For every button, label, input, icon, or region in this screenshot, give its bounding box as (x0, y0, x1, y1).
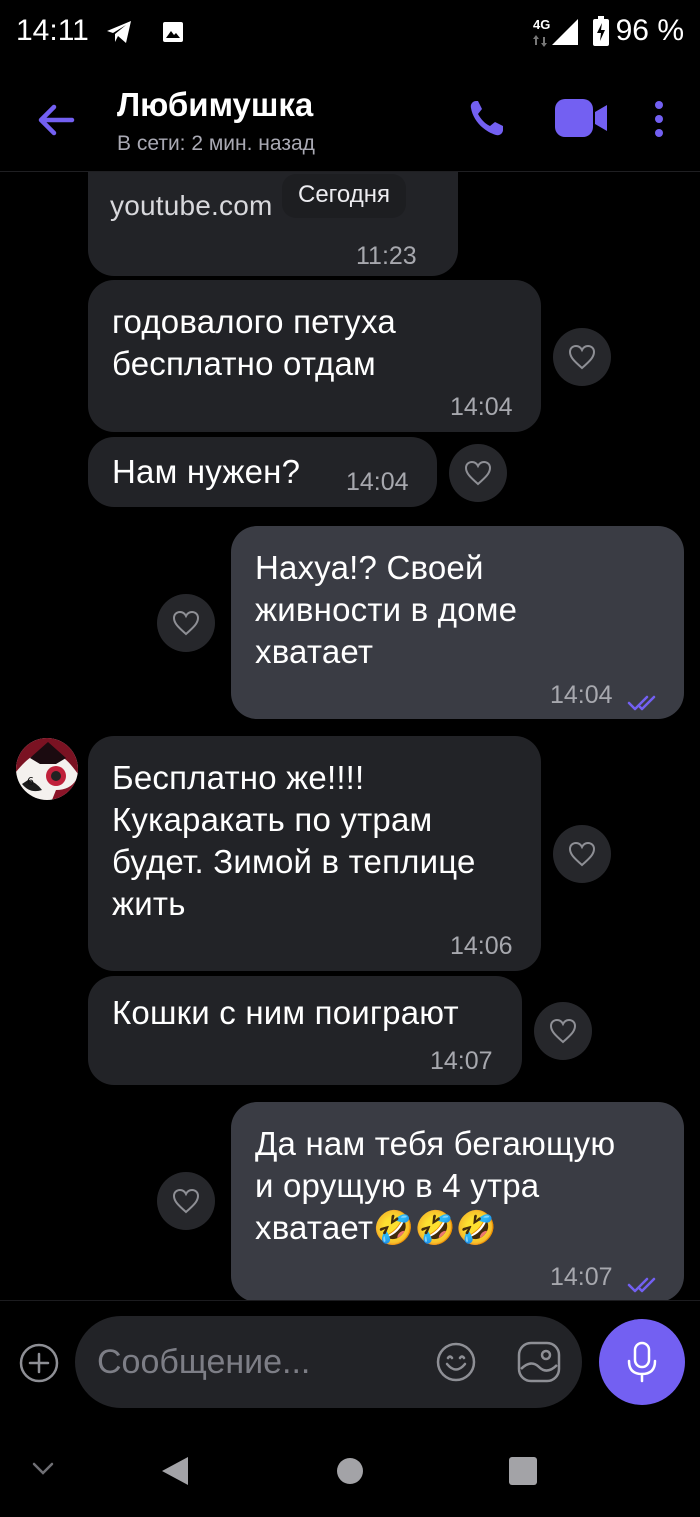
mic-icon (627, 1341, 657, 1383)
read-ticks-icon (627, 1262, 661, 1300)
message-bubble-incoming[interactable]: Кошки с ним поиграют 14:07 (88, 976, 522, 1085)
message-text: Кошки с ним поиграют (112, 994, 459, 1031)
message-input[interactable] (97, 1338, 427, 1386)
like-button[interactable] (534, 1002, 592, 1060)
back-arrow-icon[interactable] (34, 98, 78, 142)
contact-status: В сети: 2 мин. назад (117, 132, 315, 155)
phone-icon[interactable] (468, 98, 506, 143)
message-bubble-incoming[interactable]: годовалого петуха бесплатно отдам 14:04 (88, 280, 541, 432)
video-call-icon[interactable] (555, 99, 609, 142)
date-separator: Сегодня (282, 174, 406, 218)
message-text: годовалого петуха бесплатно отдам (112, 303, 396, 382)
mic-button[interactable] (599, 1319, 685, 1405)
heart-icon (464, 460, 492, 486)
attach-plus-icon[interactable] (19, 1343, 59, 1388)
nav-home-icon[interactable] (336, 1457, 364, 1490)
signal-icon (552, 19, 578, 50)
image-icon (162, 21, 184, 48)
message-text: Нахуа!? Своей живности в доме хватает (255, 549, 518, 670)
status-time: 14:11 (16, 14, 89, 47)
like-button[interactable] (449, 444, 507, 502)
chevron-down-icon[interactable] (32, 1462, 54, 1481)
link-domain[interactable]: youtube.com (110, 185, 273, 227)
read-ticks-icon (627, 680, 661, 722)
message-bubble-outgoing[interactable]: Нахуа!? Своей живности в доме хватает 14… (231, 526, 684, 719)
message-time: 14:07 (430, 1047, 493, 1075)
message-bubble-incoming[interactable]: Бесплатно же!!!! Кукаракать по утрам буд… (88, 736, 541, 971)
like-button[interactable] (157, 1172, 215, 1230)
heart-icon (568, 841, 596, 867)
heart-icon (549, 1018, 577, 1044)
nav-recents-icon[interactable] (508, 1456, 538, 1491)
data-arrows-icon (533, 34, 547, 52)
message-text: Да нам тебя бегающую и орущую в 4 утра х… (255, 1125, 616, 1246)
status-bar: 14:11 4G 96 % (0, 0, 700, 66)
message-time: 14:06 (450, 932, 513, 960)
message-time: 14:04 (450, 393, 513, 421)
like-button[interactable] (553, 328, 611, 386)
message-time: 11:23 (356, 242, 417, 270)
heart-icon (568, 344, 596, 370)
more-vert-icon[interactable] (652, 100, 666, 143)
message-field[interactable] (75, 1316, 582, 1408)
message-time: 14:04 (550, 681, 613, 709)
sticker-icon[interactable] (517, 1341, 561, 1388)
contact-name[interactable]: Любимушка (117, 86, 313, 124)
nav-back-icon[interactable] (160, 1455, 190, 1492)
heart-icon (172, 610, 200, 636)
battery-icon (593, 16, 609, 51)
message-text: Бесплатно же!!!! Кукаракать по утрам буд… (112, 759, 476, 922)
message-list[interactable]: youtube.com 11:23 Сегодня годовалого пет… (0, 172, 700, 1300)
like-button[interactable] (157, 594, 215, 652)
message-bubble-outgoing[interactable]: Да нам тебя бегающую и орущую в 4 утра х… (231, 1102, 684, 1300)
like-button[interactable] (553, 825, 611, 883)
emoji-icon[interactable] (435, 1341, 477, 1388)
message-time: 14:07 (550, 1263, 613, 1291)
heart-icon (172, 1188, 200, 1214)
message-time: 14:04 (346, 468, 409, 496)
system-nav-bar (0, 1428, 700, 1517)
composer (0, 1300, 700, 1428)
telegram-icon (106, 20, 132, 49)
svg-text:6: 6 (27, 775, 34, 788)
message-bubble-incoming[interactable]: Нам нужен? 14:04 (88, 437, 437, 507)
chat-header: Любимушка В сети: 2 мин. назад (0, 66, 700, 172)
message-text: Нам нужен? (112, 453, 301, 490)
battery-percent: 96 % (615, 14, 684, 47)
network-type: 4G (533, 17, 551, 32)
contact-avatar[interactable]: 6 (16, 738, 78, 800)
